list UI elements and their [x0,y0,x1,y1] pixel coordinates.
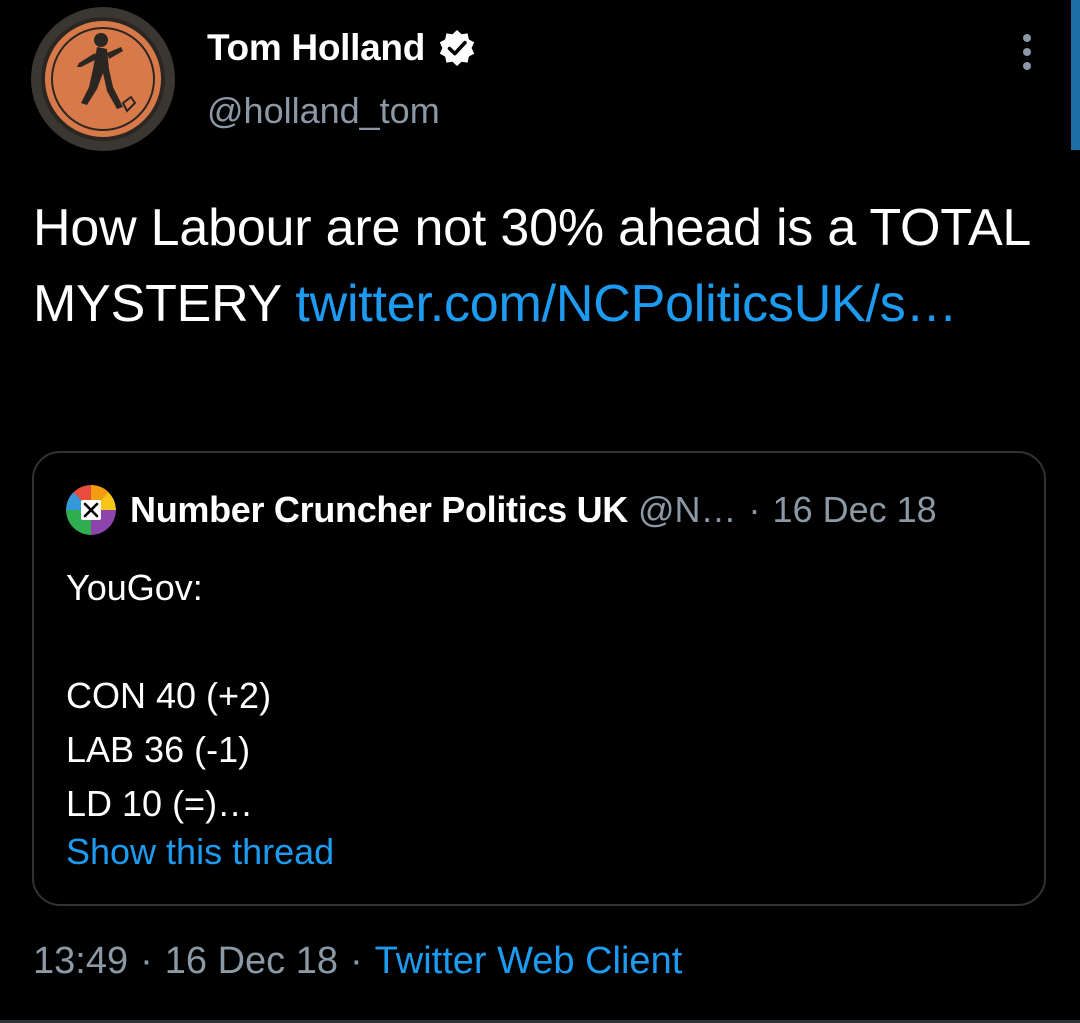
more-dot [1023,34,1031,42]
colorful-cross-logo-avatar-icon [66,485,116,535]
tweet-meta: 13:49 · 16 Dec 18 · Twitter Web Client [33,940,682,983]
tweet-text: How Labour are not 30% ahead is a TOTAL … [33,190,1033,342]
author-display-name[interactable]: Tom Holland [207,27,425,69]
more-vertical-icon[interactable] [1010,28,1044,76]
quoted-tweet-card[interactable]: Number Cruncher Politics UK @N… · 16 Dec… [32,451,1046,906]
tweet-link[interactable]: twitter.com/NCPoliticsUK/s… [295,275,957,333]
more-dot [1023,62,1031,70]
tweet-detail-page: Tom Holland @holland_tom How Labour are … [0,0,1080,1023]
scrollbar[interactable] [1071,0,1080,150]
verified-badge-icon [437,28,477,68]
separator-dot: · [748,489,761,530]
tweet-date: 16 Dec 18 [164,940,338,982]
author-avatar[interactable] [31,7,175,151]
quoted-author-handle: @N… [638,489,737,530]
quoted-text-line: YouGov: [66,567,203,608]
show-thread-link[interactable]: Show this thread [66,831,334,873]
quoted-tweet-text: YouGov: CON 40 (+2) LAB 36 (-1) LD 10 (=… [66,561,271,831]
quoted-text-line: LD 10 (=)… [66,783,254,824]
separator-dot: · [140,940,153,982]
tweet-time: 13:49 [33,940,129,982]
separator-dot: · [349,940,363,982]
author-name-row[interactable]: Tom Holland [207,24,477,72]
quoted-tweet-date: 16 Dec 18 [772,489,937,530]
tweet-source-link[interactable]: Twitter Web Client [375,940,683,982]
quoted-tweet-header: Number Cruncher Politics UK @N… · 16 Dec… [66,485,937,535]
greek-vase-figure-avatar-icon [31,7,175,151]
quoted-text-line: LAB 36 (-1) [66,729,251,770]
quoted-text-line: CON 40 (+2) [66,675,272,716]
author-handle[interactable]: @holland_tom [207,90,440,132]
quoted-text-line [66,615,271,669]
more-dot [1023,48,1031,56]
quoted-author-name: Number Cruncher Politics UK [130,489,628,530]
